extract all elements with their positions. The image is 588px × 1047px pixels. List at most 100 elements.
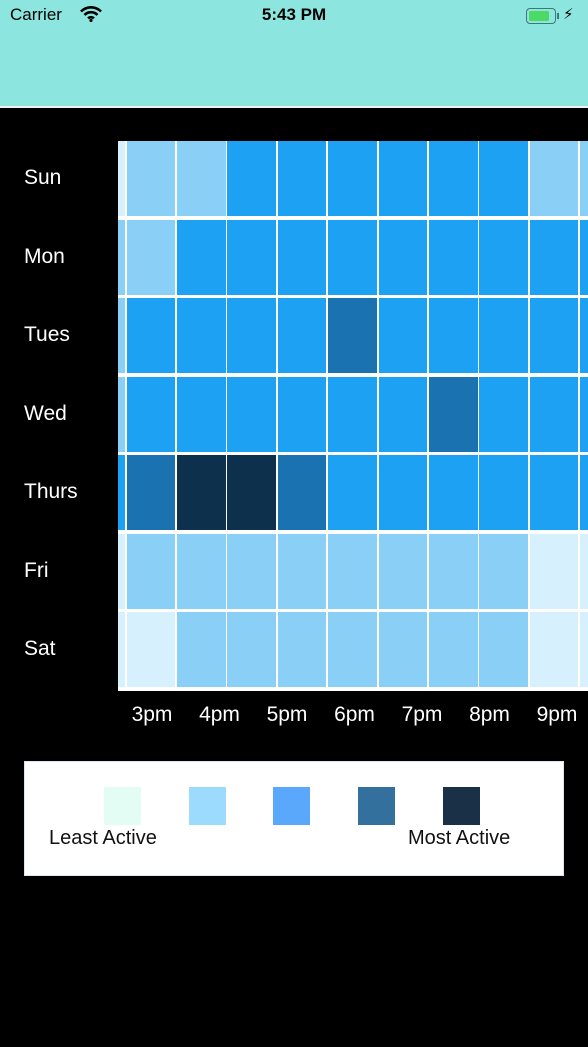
heatmap-cell [177, 219, 226, 295]
heatmap-cell [580, 612, 588, 687]
heatmap-cell [580, 219, 588, 295]
heatmap-cell [580, 376, 588, 452]
heatmap-cell [580, 298, 588, 373]
heatmap-cell [277, 141, 327, 216]
heatmap-cell [429, 612, 478, 687]
heatmap-cell [479, 533, 528, 609]
heatmap-cell [227, 298, 276, 373]
heatmap-cell [126, 219, 176, 295]
heatmap-cell [328, 455, 377, 530]
heatmap-cell [529, 298, 579, 373]
heatmap-cell [227, 219, 276, 295]
heatmap-cell [227, 376, 276, 452]
heatmap-cell [378, 298, 428, 373]
heatmap-cell [378, 612, 428, 687]
x-tick-label: 3pm [131, 703, 173, 726]
heatmap-cell [328, 612, 377, 687]
heatmap-cell [378, 455, 428, 530]
activity-heatmap [118, 141, 588, 691]
heatmap-cell [227, 533, 276, 609]
heatmap-cell [378, 376, 428, 452]
heatmap-cell [227, 141, 276, 216]
x-tick-label: 6pm [334, 703, 375, 726]
heatmap-cell [126, 141, 176, 216]
heatmap-cell [177, 298, 226, 373]
heatmap-cell [580, 533, 588, 609]
legend-most-label: Most Active [408, 827, 511, 849]
heatmap-cell [529, 612, 579, 687]
row-label-fri: Fri [24, 558, 49, 582]
legend-swatch-1 [189, 787, 226, 825]
row-label-mon: Mon [24, 244, 65, 268]
heatmap-cell [479, 376, 528, 452]
heatmap-cell [328, 376, 377, 452]
heatmap-cell [177, 612, 226, 687]
header-bar: Carrier 5:43 PM ⚡︎ [0, 0, 588, 108]
heatmap-cell [479, 455, 528, 530]
heatmap-cell [118, 612, 125, 687]
heatmap-cell [429, 141, 478, 216]
heatmap-cell [529, 141, 579, 216]
legend-swatch-0 [104, 787, 141, 825]
x-tick-label: 8pm [469, 703, 510, 726]
heatmap-cell [378, 141, 428, 216]
row-label-thurs: Thurs [24, 480, 78, 503]
heatmap-cell [328, 219, 377, 295]
heatmap-cell [126, 533, 176, 609]
legend: Least Active Most Active [24, 761, 564, 876]
row-label-sat: Sat [24, 637, 56, 660]
heatmap-cell [529, 533, 579, 609]
heatmap-cell [328, 533, 377, 609]
heatmap-cell [479, 612, 528, 687]
legend-swatch-2 [273, 787, 310, 825]
heatmap-cell [328, 298, 377, 373]
heatmap-cell [118, 298, 125, 373]
legend-least-label: Least Active [49, 827, 157, 849]
heatmap-cell [277, 298, 327, 373]
x-tick-label: 4pm [199, 703, 240, 726]
row-label-sun: Sun [24, 166, 62, 189]
heatmap-cell [378, 219, 428, 295]
row-label-wed: Wed [24, 401, 67, 425]
heatmap-cell [277, 533, 327, 609]
heatmap-cell [118, 455, 125, 530]
x-tick-label: 5pm [266, 703, 308, 726]
clock: 5:43 PM [261, 5, 327, 24]
heatmap-cell [177, 455, 226, 530]
heatmap-cell [126, 298, 176, 373]
x-tick-label: 7pm [401, 703, 443, 726]
heatmap-cell [479, 298, 528, 373]
heatmap-cell [479, 219, 528, 295]
battery-tip [557, 13, 559, 19]
heatmap-cell [126, 455, 176, 530]
legend-swatch-3 [358, 787, 395, 825]
row-label-tues: Tues [24, 323, 70, 346]
heatmap-cell [529, 219, 579, 295]
heatmap-cell [429, 455, 478, 530]
heatmap-cell [118, 141, 125, 216]
heatmap-cell [529, 455, 579, 530]
heatmap-cell [277, 455, 327, 530]
heatmap-cell [227, 455, 276, 530]
heatmap-cell [177, 141, 226, 216]
heatmap-cell [328, 141, 377, 216]
heatmap-cell [118, 533, 125, 609]
heatmap-cell [277, 219, 327, 295]
heatmap-cell [277, 376, 327, 452]
heatmap-cell [529, 376, 579, 452]
legend-swatch-4 [443, 787, 480, 825]
heatmap-cell [429, 533, 478, 609]
heatmap-cell [118, 219, 125, 295]
heatmap-cell [177, 376, 226, 452]
heatmap-cell [126, 376, 176, 452]
charging-bolt-icon: ⚡︎ [563, 6, 574, 23]
heatmap-cell [378, 533, 428, 609]
battery-icon [526, 8, 556, 24]
heatmap-cell [126, 612, 176, 687]
heatmap-cell [118, 376, 125, 452]
heatmap-cell [429, 298, 478, 373]
heatmap-cell [429, 376, 478, 452]
heatmap-cell [580, 141, 588, 216]
heatmap-cell [227, 612, 276, 687]
x-tick-label: 9pm [536, 703, 578, 726]
